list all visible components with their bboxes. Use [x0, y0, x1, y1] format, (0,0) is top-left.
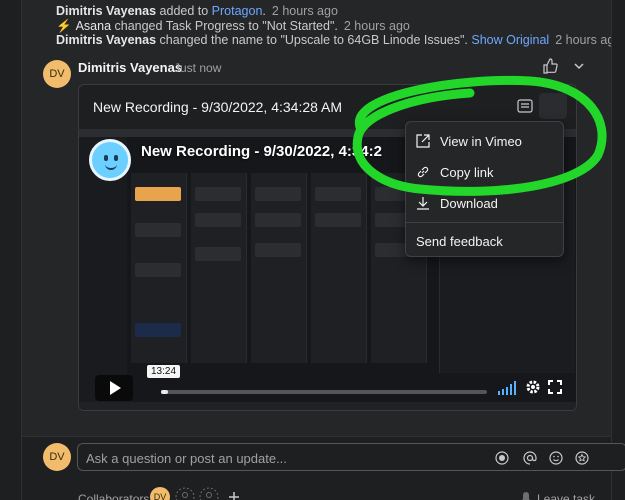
menu-item-send-feedback[interactable]: Send feedback — [406, 226, 563, 256]
avatar[interactable]: DV — [43, 60, 71, 88]
history-time: 2 hours ago — [343, 19, 410, 33]
volume-bars-icon[interactable] — [497, 381, 517, 395]
recorder-avatar — [89, 139, 131, 181]
menu-item-copy-link[interactable]: Copy link — [406, 157, 563, 187]
avatar[interactable]: DV — [150, 487, 170, 500]
board-card — [135, 223, 181, 237]
chevron-down-icon[interactable] — [573, 60, 585, 72]
fullscreen-icon[interactable] — [547, 379, 563, 395]
board-card — [255, 243, 301, 257]
thumbs-up-icon[interactable] — [542, 58, 558, 74]
board-card — [315, 213, 361, 227]
board-card — [135, 187, 181, 201]
link-icon — [417, 166, 429, 178]
board-card — [135, 323, 181, 337]
board-column — [311, 173, 367, 363]
add-collaborator-icon[interactable] — [199, 487, 219, 500]
video-title: New Recording - 9/30/2022, 4:34:28 AM — [93, 99, 343, 115]
history-item: Dimitris Vayenas changed the name to "Up… — [56, 33, 621, 47]
menu-divider — [406, 222, 563, 223]
comment-placeholder: Ask a question or post an update... — [86, 451, 287, 466]
history-text: changed Task Progress to "Not Started". — [111, 19, 338, 33]
progress-bar[interactable] — [161, 390, 487, 394]
avatar[interactable]: DV — [43, 443, 71, 471]
more-options-button[interactable] — [539, 93, 567, 119]
left-strip — [0, 0, 22, 500]
board-card — [195, 213, 241, 227]
leave-task-button[interactable]: Leave task — [537, 492, 595, 500]
bell-icon[interactable] — [520, 490, 532, 500]
record-icon[interactable] — [495, 451, 509, 465]
history-text: added to — [156, 4, 212, 18]
video-timestamp: 13:24 — [147, 365, 181, 378]
menu-item-label: View in Vimeo — [440, 133, 522, 149]
screen-taskbar — [79, 402, 576, 410]
board-card — [255, 213, 301, 227]
plus-icon[interactable] — [228, 491, 240, 500]
right-scroll-edge — [611, 0, 625, 500]
history-actor: Asana — [75, 19, 112, 33]
history-item: ⚡ Asana changed Task Progress to "Not Sta… — [56, 19, 410, 34]
emoji-icon[interactable] — [549, 451, 563, 465]
comment-time: Just now — [174, 61, 222, 75]
history-time: 2 hours ago — [271, 4, 338, 18]
history-trail: . — [262, 4, 266, 18]
board-column — [251, 173, 307, 363]
menu-item-download[interactable]: Download — [406, 188, 563, 218]
board-card — [315, 187, 361, 201]
lightning-icon: ⚡ — [56, 19, 72, 33]
menu-item-label: Copy link — [440, 164, 494, 180]
comment-author[interactable]: Dimitris Vayenas — [78, 60, 182, 75]
history-actor: Dimitris Vayenas — [56, 4, 157, 18]
video-overlay-title: New Recording - 9/30/2022, 4:34:2 — [141, 143, 382, 160]
collaborators-label: Collaborators — [78, 492, 150, 500]
history-item: Dimitris Vayenas added to Protagon. 2 hou… — [56, 4, 338, 18]
history-actor: Dimitris Vayenas — [56, 33, 157, 47]
project-link[interactable]: Protagon — [212, 4, 263, 18]
gear-icon[interactable] — [525, 379, 541, 395]
list-icon[interactable] — [517, 99, 533, 113]
menu-item-label: Download — [440, 195, 498, 211]
mention-icon[interactable] — [523, 451, 537, 465]
board-card — [195, 187, 241, 201]
board-column — [191, 173, 247, 363]
menu-item-view-in-vimeo[interactable]: View in Vimeo — [406, 126, 563, 156]
board-card — [195, 247, 241, 261]
play-button[interactable] — [95, 375, 133, 401]
player-controls: 13:24 — [87, 365, 571, 403]
show-original-link[interactable]: Show Original — [471, 33, 549, 47]
video-options-menu: View in Vimeo Copy link Download Send fe… — [405, 121, 564, 257]
star-icon[interactable] — [575, 451, 589, 465]
board-card — [135, 263, 181, 277]
history-text: changed the name to "Upscale to 64GB Lin… — [156, 33, 472, 47]
board-column — [131, 173, 187, 363]
external-link-icon — [416, 134, 430, 148]
progress-fill — [161, 390, 168, 394]
board-card — [255, 187, 301, 201]
download-icon — [417, 197, 429, 210]
add-collaborator-icon[interactable] — [175, 487, 195, 500]
comment-input[interactable]: Ask a question or post an update... — [77, 443, 625, 471]
